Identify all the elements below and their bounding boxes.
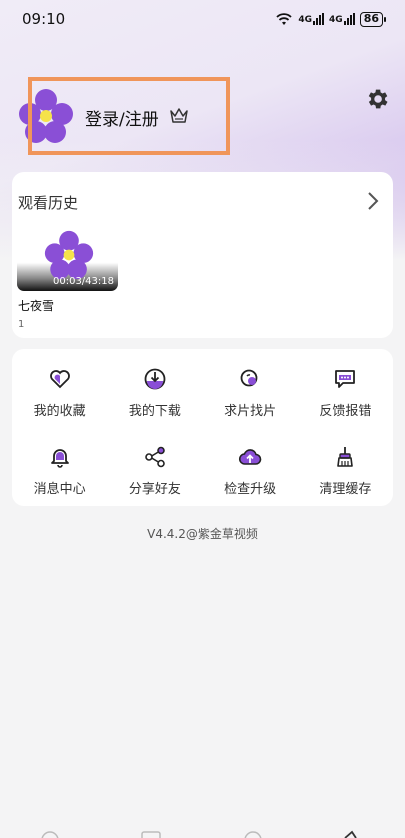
signal-type-label: 4G (298, 15, 313, 25)
menu-item-label: 消息中心 (33, 482, 86, 497)
menu-item-clear-cache[interactable]: 清理缓存 (298, 427, 393, 506)
menu-item-feedback[interactable]: 反馈报错 (298, 349, 393, 427)
heart-icon (49, 370, 70, 389)
video-title[interactable]: 七夜雪 (18, 297, 54, 314)
flower-logo-icon (44, 230, 94, 280)
video-duration: 00:03/43:18 (52, 276, 114, 287)
menu-item-favorites[interactable]: 我的收藏 (12, 349, 107, 427)
cell-signal-2: 4G (329, 13, 355, 25)
request-icon (240, 369, 258, 387)
crown-icon (170, 108, 188, 123)
login-register-link[interactable]: 登录/注册 (85, 105, 159, 130)
chevron-right-icon[interactable] (367, 191, 379, 211)
wifi-icon (276, 13, 293, 25)
status-time: 09:10 (22, 10, 66, 28)
signal-type-label: 4G (329, 15, 343, 25)
share-icon (145, 446, 165, 468)
menu-item-request[interactable]: 求片找片 (203, 349, 298, 427)
cloud-upload-icon (239, 449, 262, 465)
version-text: V4.4.2@紫金草视频 (147, 527, 258, 541)
menu-item-label: 反馈报错 (319, 404, 372, 419)
menu-item-label: 求片找片 (224, 404, 277, 419)
function-menu-card: 我的收藏 我的下载 求片找片 反馈报错 消息中心 分享好友 检查升级 清理缓存 (12, 349, 393, 506)
status-icons: 4G 4G 86 (275, 11, 387, 27)
bell-icon (50, 449, 69, 468)
menu-item-downloads[interactable]: 我的下载 (107, 349, 202, 427)
broom-icon (337, 447, 354, 467)
history-title: 观看历史 (18, 194, 79, 212)
download-icon (144, 368, 166, 390)
feedback-icon (335, 370, 356, 388)
menu-item-label: 我的下载 (128, 404, 181, 419)
menu-item-share[interactable]: 分享好友 (107, 427, 202, 506)
menu-item-update[interactable]: 检查升级 (203, 427, 298, 506)
battery-level: 86 (363, 11, 379, 25)
menu-item-label: 检查升级 (224, 482, 277, 497)
status-bar: 09:10 4G 4G 86 (0, 0, 405, 38)
bottom-nav-partial (41, 830, 357, 838)
menu-item-label: 分享好友 (128, 482, 181, 497)
video-thumbnail[interactable]: 00:03/43:18 (17, 228, 118, 291)
watch-history-card: 观看历史 00:03/43:18 七夜雪 1 (12, 172, 393, 338)
menu-item-label: 清理缓存 (319, 482, 372, 497)
video-episode: 1 (18, 319, 25, 330)
cell-signal-1: 4G (298, 13, 325, 25)
gear-icon[interactable] (364, 86, 390, 112)
battery-indicator: 86 (359, 11, 387, 27)
menu-item-label: 我的收藏 (33, 404, 86, 419)
menu-item-messages[interactable]: 消息中心 (12, 427, 107, 506)
